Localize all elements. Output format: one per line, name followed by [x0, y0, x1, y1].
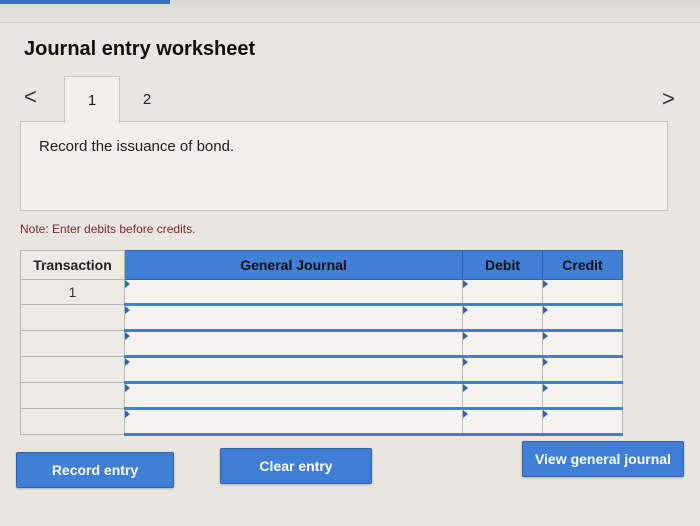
header-general-journal: General Journal — [124, 250, 463, 280]
debit-cell — [462, 330, 543, 358]
tab-1[interactable]: 1 — [64, 76, 120, 123]
debit-cell — [462, 304, 543, 332]
cell-marker-icon — [543, 384, 548, 392]
credit-cell — [542, 382, 623, 410]
account-input[interactable] — [125, 358, 462, 381]
instruction-panel: Record the issuance of bond. — [20, 121, 668, 211]
chevron-left-icon[interactable]: < — [24, 84, 37, 110]
cell-marker-icon — [463, 306, 468, 314]
chevron-right-icon[interactable]: > — [662, 86, 675, 112]
debit-input[interactable] — [463, 410, 542, 433]
table-row — [20, 330, 623, 358]
account-cell — [124, 356, 463, 384]
transaction-cell — [20, 408, 125, 435]
header-credit: Credit — [542, 250, 623, 280]
cell-marker-icon — [463, 358, 468, 366]
cell-marker-icon — [125, 280, 130, 288]
credit-cell — [542, 304, 623, 332]
credit-cell — [542, 408, 623, 436]
account-input[interactable] — [125, 384, 462, 407]
tab-1-label: 1 — [87, 91, 97, 109]
debit-cell — [462, 382, 543, 410]
debit-input[interactable] — [463, 306, 542, 329]
account-input[interactable] — [125, 306, 462, 329]
credit-input[interactable] — [543, 384, 622, 407]
credit-input[interactable] — [543, 358, 622, 381]
view-general-journal-button[interactable]: View general journal — [522, 441, 684, 477]
cell-marker-icon — [463, 384, 468, 392]
table-row — [20, 408, 623, 436]
cell-marker-icon — [125, 384, 130, 392]
debit-input[interactable] — [463, 384, 542, 407]
cell-marker-icon — [543, 358, 548, 366]
credit-input[interactable] — [543, 332, 622, 355]
table-row — [20, 304, 623, 332]
instruction-text: Record the issuance of bond. — [39, 138, 235, 155]
tab-2-label: 2 — [142, 90, 152, 108]
cell-marker-icon — [125, 358, 130, 366]
table-header-row: Transaction General Journal Debit Credit — [20, 250, 623, 280]
credit-input[interactable] — [543, 306, 622, 329]
table-row — [20, 382, 623, 410]
table-row: 1 — [20, 279, 623, 306]
credit-cell — [542, 356, 623, 384]
account-input[interactable] — [125, 410, 462, 433]
record-entry-button[interactable]: Record entry — [16, 452, 174, 488]
account-input[interactable] — [125, 332, 462, 355]
debit-input[interactable] — [463, 358, 542, 381]
clear-entry-button[interactable]: Clear entry — [220, 448, 372, 484]
cell-marker-icon — [125, 332, 130, 340]
cell-marker-icon — [463, 410, 468, 418]
cell-marker-icon — [125, 306, 130, 314]
transaction-cell: 1 — [20, 279, 125, 305]
transaction-cell — [20, 330, 125, 357]
transaction-cell — [20, 304, 125, 331]
account-input[interactable] — [125, 280, 462, 303]
cell-marker-icon — [543, 410, 548, 418]
top-accent-bar — [0, 0, 170, 4]
debit-cell — [462, 279, 543, 306]
cell-marker-icon — [543, 306, 548, 314]
journal-table: Transaction General Journal Debit Credit… — [20, 250, 623, 436]
cell-marker-icon — [543, 332, 548, 340]
debit-input[interactable] — [463, 280, 542, 303]
cell-marker-icon — [543, 280, 548, 288]
debit-cell — [462, 356, 543, 384]
credit-cell — [542, 330, 623, 358]
table-row — [20, 356, 623, 384]
top-bar — [0, 0, 700, 23]
header-debit: Debit — [462, 250, 543, 280]
note-text: Note: Enter debits before credits. — [20, 222, 196, 236]
credit-cell — [542, 279, 623, 306]
account-cell — [124, 304, 463, 332]
account-cell — [124, 408, 463, 436]
cell-marker-icon — [125, 410, 130, 418]
debit-cell — [462, 408, 543, 436]
debit-input[interactable] — [463, 332, 542, 355]
account-cell — [124, 382, 463, 410]
account-cell — [124, 279, 463, 306]
transaction-cell — [20, 356, 125, 383]
transaction-cell — [20, 382, 125, 409]
credit-input[interactable] — [543, 280, 622, 303]
cell-marker-icon — [463, 280, 468, 288]
header-transaction: Transaction — [20, 250, 125, 280]
credit-input[interactable] — [543, 410, 622, 433]
tab-2[interactable]: 2 — [120, 76, 174, 122]
page-title: Journal entry worksheet — [24, 38, 256, 60]
account-cell — [124, 330, 463, 358]
cell-marker-icon — [463, 332, 468, 340]
journal-body: 1 — [20, 279, 623, 436]
